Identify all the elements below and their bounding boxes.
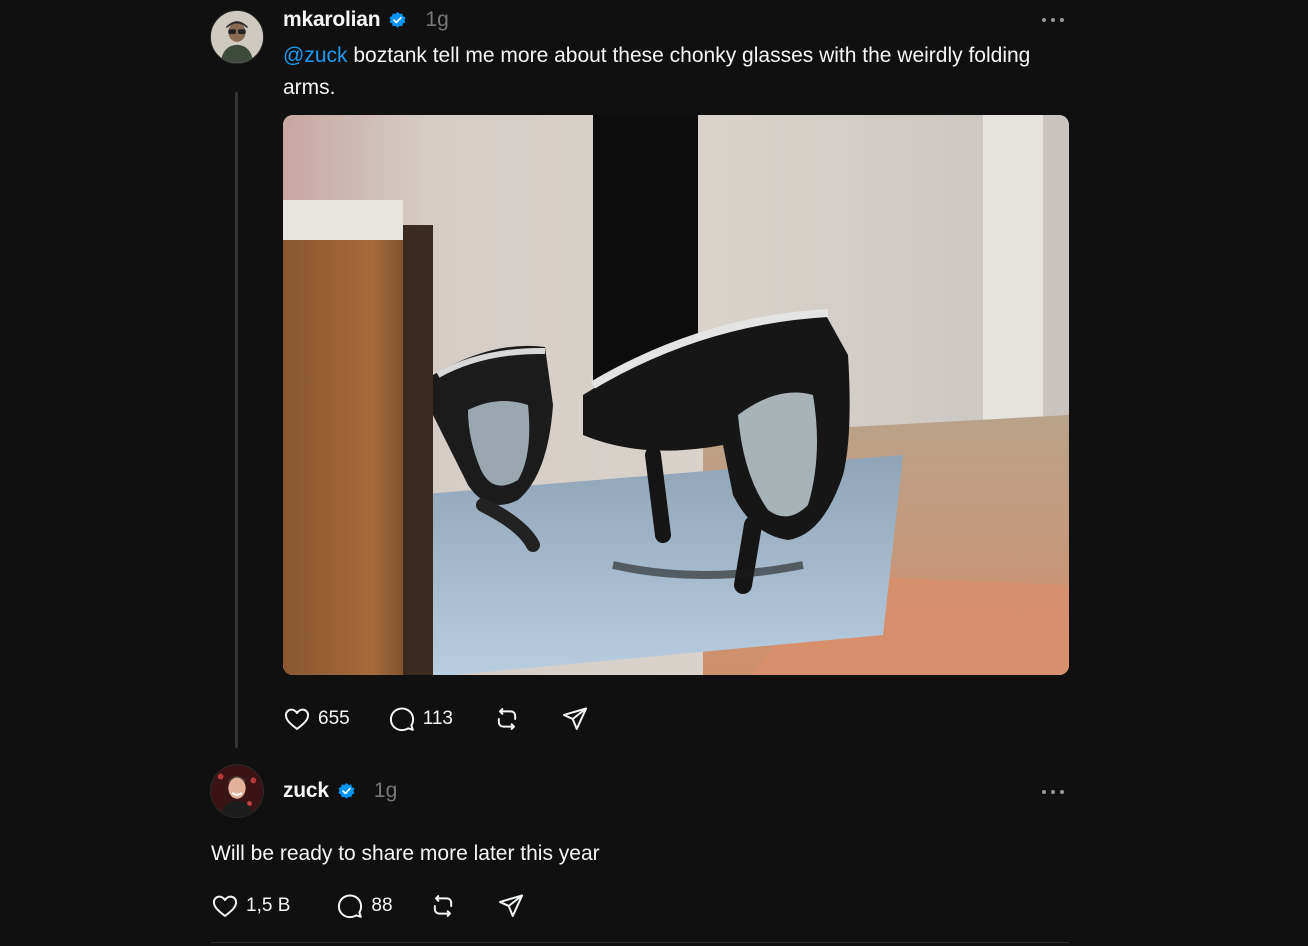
post-divider bbox=[211, 942, 1069, 943]
more-options-button[interactable] bbox=[1042, 782, 1064, 802]
share-button[interactable] bbox=[497, 892, 525, 920]
post-text: Will be ready to share more later this y… bbox=[211, 842, 600, 865]
heart-icon bbox=[284, 708, 310, 730]
avatar-image bbox=[211, 765, 263, 817]
threads-feed: mkarolian 1g @zuck boztank tell me more … bbox=[0, 0, 1308, 946]
more-dot bbox=[1051, 18, 1055, 22]
reply-count: 88 bbox=[371, 895, 393, 916]
verified-badge-icon bbox=[388, 11, 407, 30]
more-options-button[interactable] bbox=[1042, 10, 1064, 30]
send-icon bbox=[562, 707, 588, 730]
heart-icon bbox=[212, 895, 238, 917]
avatar-mkarolian[interactable] bbox=[210, 10, 264, 64]
post-text: @zuck boztank tell me more about these c… bbox=[283, 40, 1043, 104]
like-count: 655 bbox=[318, 708, 350, 729]
repost-button[interactable] bbox=[493, 705, 521, 733]
username[interactable]: zuck bbox=[283, 779, 329, 803]
verified-badge-icon bbox=[337, 782, 356, 801]
post-header: zuck 1g bbox=[283, 776, 397, 806]
post-time[interactable]: 1g bbox=[425, 8, 448, 32]
post-time[interactable]: 1g bbox=[374, 779, 397, 803]
post-actions: 655 113 bbox=[283, 704, 589, 734]
like-count: 1,5 B bbox=[246, 895, 291, 916]
more-dot bbox=[1060, 790, 1064, 794]
repost-icon bbox=[497, 708, 517, 730]
more-options-icon bbox=[1042, 790, 1046, 794]
reply-count: 113 bbox=[422, 708, 453, 729]
send-icon bbox=[498, 894, 523, 917]
more-dot bbox=[1051, 790, 1055, 794]
share-button[interactable] bbox=[561, 705, 589, 733]
reply-button[interactable]: 88 bbox=[336, 892, 393, 920]
repost-icon bbox=[433, 895, 452, 917]
more-dot bbox=[1060, 18, 1064, 22]
thread-line bbox=[235, 92, 238, 748]
like-button[interactable]: 1,5 B bbox=[211, 892, 290, 920]
post-header: mkarolian 1g bbox=[283, 5, 449, 35]
post-image[interactable] bbox=[283, 115, 1069, 675]
post-body: boztank tell me more about these chonky … bbox=[283, 44, 1031, 99]
avatar-zuck[interactable] bbox=[210, 764, 264, 818]
more-options-icon bbox=[1042, 18, 1046, 22]
post-actions: 1,5 B 88 bbox=[211, 891, 525, 921]
comment-icon bbox=[389, 707, 414, 732]
comment-icon bbox=[338, 894, 363, 919]
mention-link[interactable]: @zuck bbox=[283, 44, 348, 67]
photo-of-glasses-icon bbox=[283, 115, 1069, 675]
repost-button[interactable] bbox=[429, 892, 457, 920]
reply-button[interactable]: 113 bbox=[388, 705, 453, 733]
like-button[interactable]: 655 bbox=[283, 705, 350, 733]
post-mkarolian: mkarolian 1g @zuck boztank tell me more … bbox=[0, 0, 1308, 760]
username[interactable]: mkarolian bbox=[283, 8, 381, 32]
avatar-image bbox=[211, 11, 263, 63]
